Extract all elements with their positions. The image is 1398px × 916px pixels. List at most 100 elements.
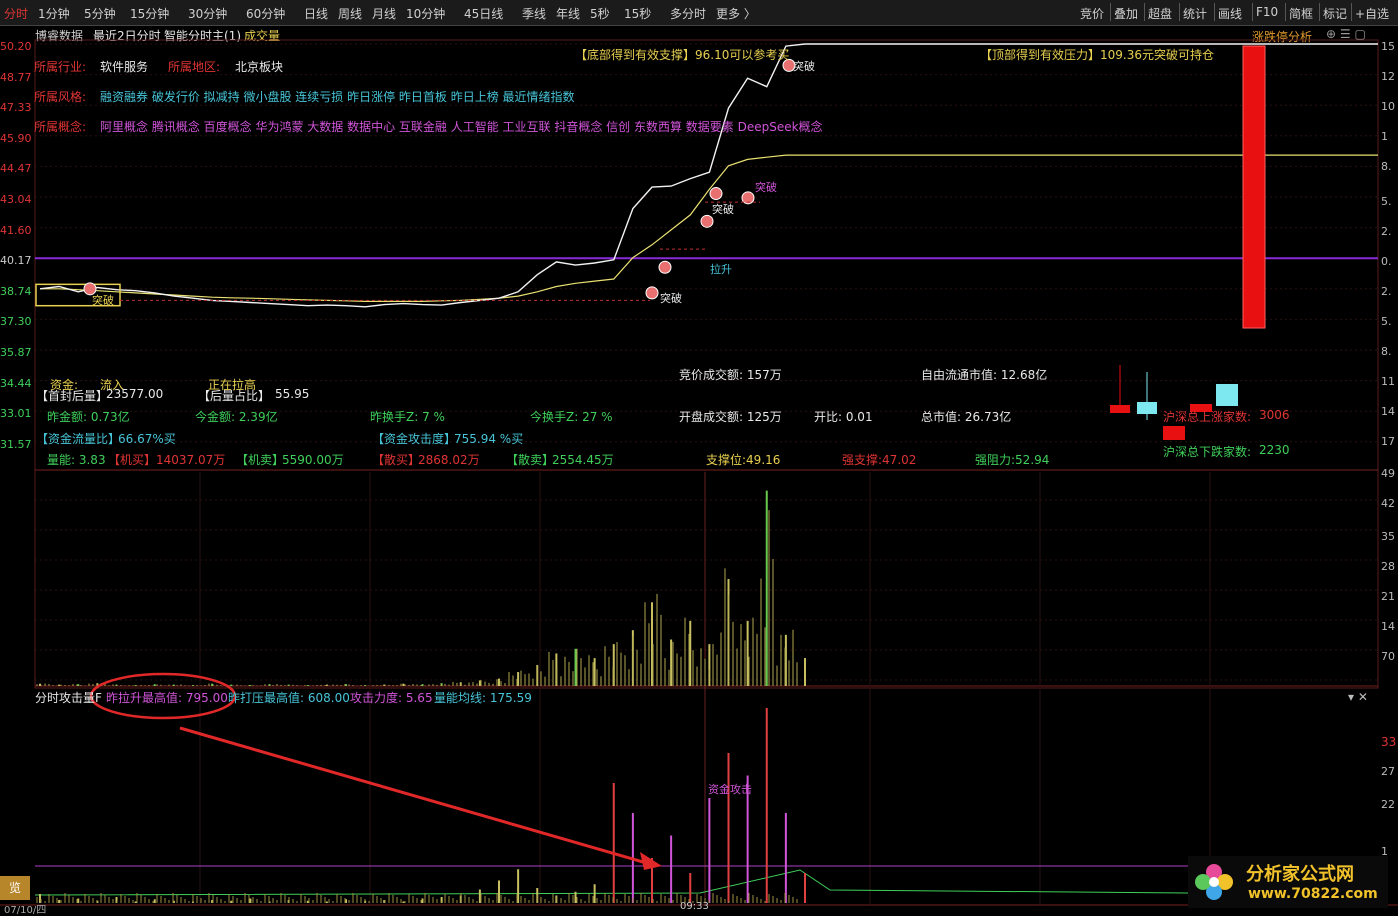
strong-resist: 强阻力:52.94: [975, 453, 1050, 467]
tool-button-1[interactable]: 叠加: [1114, 5, 1138, 22]
y-tick-label: 40.17: [0, 254, 32, 268]
brand-url: www.70822.com: [1248, 886, 1378, 902]
support-level: 支撑位:49.16: [706, 453, 781, 467]
period-tab-4[interactable]: 30分钟: [188, 5, 227, 22]
y-tick-label: 33.01: [0, 407, 32, 421]
period-tab-2[interactable]: 5分钟: [84, 5, 116, 22]
tool-button-8[interactable]: +自选: [1355, 5, 1389, 22]
retail-sell-label: 【散卖】: [506, 453, 555, 467]
attack-degree-value: 755.94 %买: [454, 432, 524, 446]
concept-label: 所属概念:: [34, 120, 87, 134]
concept-list[interactable]: 阿里概念 腾讯概念 百度概念 华为鸿蒙 大数据 数据中心 互联金融 人工智能 工…: [100, 118, 823, 135]
brand-logo: 分析家公式网 www.70822.com: [1188, 856, 1388, 908]
attack-degree-label: 【资金攻击度】: [372, 432, 457, 446]
y-tick-label: 41.60: [0, 223, 32, 237]
region-value[interactable]: 北京板块: [235, 58, 283, 75]
after-ratio-label: 【后量占比】: [198, 389, 271, 403]
flow-ratio-label: 【资金流量比】: [36, 432, 121, 446]
today-turnover: 今换手Z: 27 %: [530, 410, 613, 424]
period-tab-11[interactable]: 季线: [522, 5, 546, 22]
chart-frame: [34, 39, 1379, 689]
y-tick-label: 48.77: [0, 70, 32, 84]
attack-label: 资金攻击: [708, 783, 752, 796]
highlight-arrow-head: [640, 852, 662, 870]
attack-ma-line: [34, 869, 1189, 896]
max-pullup: 昨拉升最高值: 795.00: [106, 691, 228, 705]
period-tab-9[interactable]: 10分钟: [406, 5, 445, 22]
period-tab-8[interactable]: 月线: [372, 5, 396, 22]
tool-button-5[interactable]: F10: [1256, 5, 1278, 19]
left-tab[interactable]: 览: [0, 876, 30, 900]
y-tick-label: 31.57: [0, 437, 32, 451]
yesterday-amount: 昨金额: 0.73亿: [47, 410, 130, 424]
style-list[interactable]: 融资融券 破发行价 拟减持 微小盘股 连续亏损 昨日涨停 昨日首板 昨日上榜 最…: [100, 88, 575, 105]
signal-marker-2: [658, 260, 672, 274]
breakout-label-1: 突破: [92, 294, 114, 307]
period-tab-3[interactable]: 15分钟: [130, 5, 169, 22]
index-change-bar: [1242, 45, 1266, 329]
period-tab-5[interactable]: 60分钟: [246, 5, 285, 22]
breakout-label-4: 突破: [755, 181, 777, 194]
down-count-label: 沪深总下跌家数:: [1163, 445, 1252, 459]
tool-button-0[interactable]: 竞价: [1080, 5, 1104, 22]
auction-amount: 竞价成交额: 157万: [679, 368, 782, 382]
mini-candle-3: [1163, 426, 1185, 440]
breakout-label-5: 突破: [793, 60, 815, 73]
highlight-arrow-line: [179, 726, 651, 866]
period-tab-15[interactable]: 多分时: [670, 5, 706, 22]
period-tab-16[interactable]: 更多 〉: [716, 5, 756, 22]
y-tick-label: 43.04: [0, 193, 32, 206]
period-tab-1[interactable]: 1分钟: [38, 5, 70, 22]
pullup-label: 拉升: [710, 263, 732, 276]
period-tab-13[interactable]: 5秒: [590, 5, 610, 22]
brand-name: 分析家公式网: [1246, 864, 1354, 885]
retail-sell-value: 2554.45万: [552, 453, 614, 467]
strong-support: 强支撑:47.02: [842, 453, 917, 467]
attack-force: 攻击力度: 5.65: [350, 691, 433, 705]
time-label: 09:33: [680, 901, 709, 912]
period-tab-6[interactable]: 日线: [304, 5, 328, 22]
y-tick-label: 37.30: [0, 315, 32, 329]
y-tick-label: 44.47: [0, 162, 32, 176]
energy-ma: 量能均线: 175.59: [434, 691, 532, 705]
tool-button-4[interactable]: 画线: [1218, 5, 1242, 22]
y-tick-label: 45.90: [0, 131, 32, 145]
flower-icon: [1192, 860, 1236, 904]
period-tab-12[interactable]: 年线: [556, 5, 580, 22]
period-toolbar: 分时 1分钟 5分钟 15分钟 30分钟 60分钟 日线 周线 月线 10分钟 45日线 季线 年线 5秒…: [0, 0, 1398, 26]
period-tab-14[interactable]: 15秒: [624, 5, 651, 22]
tool-button-6[interactable]: 简框: [1289, 5, 1313, 22]
float-cap: 自由流通市值: 12.68亿: [921, 368, 1048, 382]
price-line: [39, 43, 806, 308]
date-label: 07/10/四: [4, 905, 47, 916]
period-tab-10[interactable]: 45日线: [464, 5, 503, 22]
tool-button-3[interactable]: 统计: [1183, 5, 1207, 22]
open-ratio: 开比: 0.01: [814, 410, 873, 424]
flow-ratio-value: 66.67%买: [118, 432, 176, 446]
open-amount: 开盘成交额: 125万: [679, 410, 782, 424]
region-label: 所属地区:: [168, 60, 221, 74]
energy: 量能: 3.83: [47, 453, 106, 467]
panel-close-icon[interactable]: ▾ ✕: [1348, 690, 1368, 704]
period-tab-0[interactable]: 分时: [4, 5, 28, 22]
period-tab-7[interactable]: 周线: [338, 5, 362, 22]
industry-value[interactable]: 软件服务: [100, 58, 148, 75]
first-seal-value: 23577.00: [106, 387, 164, 401]
resist-note: 【顶部得到有效压力】109.36元突破可持仓: [980, 48, 1214, 62]
y-tick-label: 34.44: [0, 376, 32, 390]
retail-buy-value: 2868.02万: [418, 453, 480, 467]
y-tick-label: 47.33: [0, 101, 32, 115]
breakout-label-3: 突破: [712, 203, 734, 216]
tool-button-2[interactable]: 超盘: [1148, 5, 1172, 22]
down-count-value: 2230: [1259, 443, 1290, 457]
tool-button-7[interactable]: 标记: [1323, 5, 1347, 22]
y-tick-label: 35.87: [0, 346, 32, 359]
y-tick-label: 38.74: [0, 284, 32, 298]
first-seal-label: 【首封后量】: [36, 389, 109, 403]
signal-marker-3: [700, 214, 714, 228]
mini-candle-5: [1216, 384, 1238, 406]
signal-marker-4: [709, 187, 723, 201]
today-amount: 今金额: 2.39亿: [195, 410, 278, 424]
retail-buy-label: 【散买】: [372, 453, 421, 467]
main-chart: [0, 39, 1398, 906]
